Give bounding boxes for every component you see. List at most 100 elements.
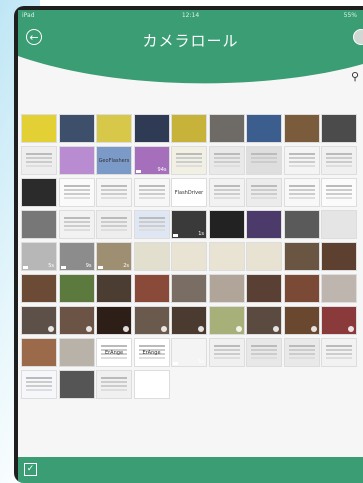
photo-thumbnail[interactable] (21, 306, 57, 335)
select-check-icon[interactable] (310, 326, 317, 332)
photo-thumbnail[interactable] (58, 114, 95, 143)
select-check-icon[interactable] (273, 326, 279, 332)
photo-thumbnail[interactable]: 1s (171, 210, 207, 239)
video-duration: 5s (198, 359, 204, 365)
photo-thumbnail[interactable]: 2s (96, 242, 132, 271)
photo-thumbnail[interactable] (246, 146, 282, 175)
photo-thumbnail[interactable] (246, 338, 282, 367)
video-camera-icon (173, 362, 178, 365)
select-check-icon[interactable] (198, 326, 204, 332)
photo-thumbnail[interactable] (58, 210, 95, 239)
document-lines (326, 153, 352, 155)
photo-thumbnail[interactable]: 94s (133, 146, 170, 175)
photo-thumbnail[interactable] (96, 306, 132, 335)
photo-thumbnail[interactable] (283, 146, 320, 175)
photo-thumbnail[interactable] (21, 114, 57, 143)
photo-thumbnail[interactable] (246, 274, 282, 303)
photo-thumbnail[interactable] (283, 274, 320, 303)
photo-thumbnail[interactable]: ErAnge (96, 338, 132, 367)
page-title: カメラロール (142, 32, 239, 50)
select-check-icon[interactable] (348, 326, 354, 332)
photo-thumbnail[interactable] (133, 370, 170, 399)
photo-thumbnail[interactable] (321, 338, 357, 367)
photo-thumbnail[interactable] (133, 242, 170, 271)
photo-thumbnail[interactable] (283, 306, 320, 335)
document-lines (26, 377, 52, 379)
photo-thumbnail[interactable] (283, 242, 320, 271)
photo-thumbnail[interactable] (208, 146, 245, 175)
photo-thumbnail[interactable] (21, 146, 57, 175)
select-checkbox-icon[interactable]: ✓ (24, 463, 37, 476)
clock-label: 12:14 (181, 12, 200, 19)
status-bar: iPad 12:14 55% (18, 10, 363, 22)
photo-thumbnail[interactable] (246, 242, 282, 271)
photo-thumbnail[interactable] (246, 306, 282, 335)
photo-thumbnail[interactable] (321, 146, 357, 175)
photo-thumbnail[interactable] (21, 274, 57, 303)
select-check-icon[interactable] (235, 326, 242, 332)
header-wave (18, 56, 363, 108)
photo-thumbnail[interactable] (58, 306, 95, 335)
photo-thumbnail[interactable] (96, 274, 132, 303)
select-check-icon[interactable] (48, 326, 54, 332)
photo-thumbnail[interactable] (133, 178, 170, 207)
photo-thumbnail[interactable] (171, 242, 207, 271)
photo-thumbnail[interactable]: FlashDriver (171, 178, 207, 207)
photo-thumbnail[interactable] (246, 210, 282, 239)
select-check-icon[interactable] (123, 326, 129, 332)
photo-thumbnail[interactable] (133, 114, 170, 143)
photo-thumbnail[interactable] (58, 178, 95, 207)
photo-thumbnail[interactable]: 9s (58, 242, 95, 271)
video-camera-icon (173, 234, 178, 237)
photo-thumbnail[interactable] (208, 338, 245, 367)
select-check-icon[interactable] (160, 326, 167, 332)
video-duration: 1s (198, 231, 204, 237)
photo-thumbnail[interactable]: ErAnge (133, 338, 170, 367)
photo-thumbnail[interactable] (321, 242, 357, 271)
photo-thumbnail[interactable] (321, 274, 357, 303)
photo-thumbnail[interactable] (171, 114, 207, 143)
photo-thumbnail[interactable] (133, 306, 170, 335)
photo-thumbnail[interactable] (21, 178, 57, 207)
photo-thumbnail[interactable] (58, 146, 95, 175)
photo-thumbnail[interactable] (58, 370, 95, 399)
photo-thumbnail[interactable] (133, 274, 170, 303)
photo-thumbnail[interactable] (208, 210, 245, 239)
photo-thumbnail[interactable] (208, 114, 245, 143)
photo-thumbnail[interactable] (321, 306, 357, 335)
document-lines (101, 345, 127, 347)
photo-thumbnail[interactable]: 5s (171, 338, 207, 367)
photo-thumbnail[interactable] (283, 210, 320, 239)
photo-thumbnail[interactable] (96, 210, 132, 239)
select-check-icon[interactable] (85, 326, 92, 332)
photo-thumbnail[interactable] (208, 242, 245, 271)
photo-thumbnail[interactable] (96, 178, 132, 207)
photo-thumbnail[interactable] (58, 338, 95, 367)
photo-thumbnail[interactable] (21, 210, 57, 239)
photo-thumbnail[interactable] (96, 114, 132, 143)
photo-thumbnail[interactable] (133, 210, 170, 239)
photo-thumbnail[interactable] (321, 114, 357, 143)
map-pin-icon[interactable]: ⚲ (351, 70, 361, 90)
photo-thumbnail[interactable] (171, 146, 207, 175)
video-camera-icon (98, 266, 103, 269)
photo-thumbnail[interactable] (283, 338, 320, 367)
photo-thumbnail[interactable] (171, 274, 207, 303)
photo-thumbnail[interactable] (96, 370, 132, 399)
photo-thumbnail[interactable] (321, 178, 357, 207)
select-circle-icon[interactable] (353, 29, 363, 45)
photo-thumbnail[interactable] (246, 178, 282, 207)
photo-thumbnail[interactable] (246, 114, 282, 143)
photo-thumbnail[interactable] (21, 370, 57, 399)
photo-thumbnail[interactable] (58, 274, 95, 303)
photo-thumbnail[interactable] (283, 178, 320, 207)
photo-thumbnail[interactable]: 5s (21, 242, 57, 271)
photo-thumbnail[interactable] (21, 338, 57, 367)
photo-thumbnail[interactable] (208, 274, 245, 303)
photo-thumbnail[interactable] (283, 114, 320, 143)
photo-thumbnail[interactable] (321, 210, 357, 239)
photo-thumbnail[interactable]: GeoFlashers (96, 146, 132, 175)
photo-thumbnail[interactable] (208, 178, 245, 207)
photo-thumbnail[interactable] (208, 306, 245, 335)
photo-thumbnail[interactable] (171, 306, 207, 335)
